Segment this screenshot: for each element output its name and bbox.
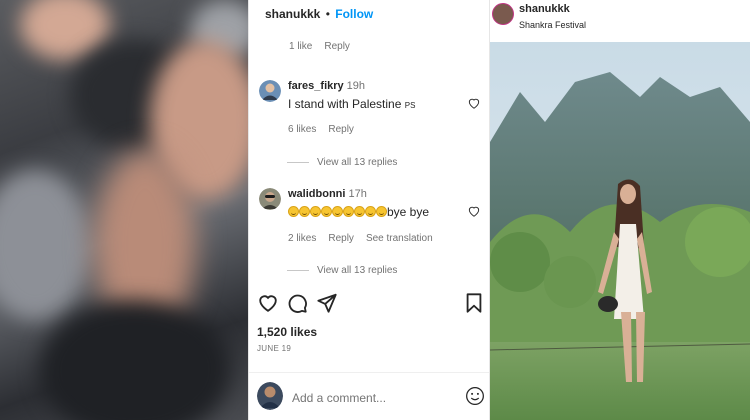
like-count[interactable]: 1 like [289, 41, 312, 52]
comment-body: bye bye [387, 205, 430, 219]
reply-button[interactable]: Reply [328, 233, 354, 244]
tree [490, 232, 550, 292]
avatar [257, 382, 283, 410]
second-post-panel: shanukkk Shankra Festival [490, 0, 750, 420]
grinning-face-emoji [365, 206, 376, 217]
see-translation-button[interactable]: See translation [366, 233, 433, 244]
heart-icon[interactable] [467, 204, 481, 218]
view-replies-label: View all 13 replies [317, 157, 398, 168]
post-username[interactable]: shanukkk [265, 7, 320, 21]
post-header: shanukkk • Follow [265, 7, 373, 21]
post-header: shanukkk Shankra Festival [490, 0, 750, 42]
comment-meta-row: 1 like Reply [289, 41, 362, 52]
post-photo [490, 42, 750, 420]
tree [544, 256, 596, 308]
comment: walidbonni 17h bye bye [259, 188, 484, 228]
grinning-face-emoji [310, 206, 321, 217]
comment-username[interactable]: fares_fikry [288, 80, 344, 92]
comment-username[interactable]: walidbonni [288, 188, 345, 200]
divider-line [287, 161, 309, 163]
likes-count[interactable]: 1,520 likes [257, 325, 317, 339]
comment-body: I stand with Palestine [288, 97, 402, 111]
comment: fares_fikry 19h I stand with Palestine PS [259, 80, 484, 120]
comment-time: 19h [346, 80, 366, 92]
divider [249, 372, 489, 373]
bookmark-icon[interactable] [463, 292, 485, 314]
comment-header: fares_fikry 19h [288, 80, 365, 92]
emoji-picker-icon[interactable] [465, 386, 485, 406]
blur-shape [0, 170, 90, 320]
grinning-face-emoji [299, 206, 310, 217]
post-username[interactable]: shanukkk [519, 3, 570, 15]
divider-line [287, 269, 309, 271]
avatar[interactable] [492, 3, 514, 25]
comment-text: I stand with Palestine PS [288, 97, 415, 111]
instagram-post-panel: shanukkk • Follow 1 like Reply fares_fikr… [248, 0, 490, 420]
comment-time: 17h [348, 188, 367, 200]
like-count[interactable]: 6 likes [288, 124, 316, 135]
like-count[interactable]: 2 likes [288, 233, 316, 244]
comment-meta-row: 6 likes Reply [288, 124, 366, 135]
grinning-face-emoji [343, 206, 354, 217]
follow-button[interactable]: Follow [335, 7, 373, 21]
heart-icon[interactable] [257, 292, 279, 314]
emoji-row [288, 205, 387, 219]
meadow [490, 342, 750, 420]
grinning-face-emoji [376, 206, 387, 217]
blur-shape [40, 300, 230, 420]
comment-header: walidbonni 17h [288, 188, 367, 200]
avatar[interactable] [259, 80, 281, 102]
comment-text: bye bye [288, 205, 429, 219]
reply-button[interactable]: Reply [324, 41, 350, 52]
add-comment-bar [257, 382, 489, 414]
grinning-face-emoji [332, 206, 343, 217]
header-separator: • [325, 7, 330, 21]
share-icon[interactable] [316, 292, 338, 314]
comment-icon[interactable] [286, 292, 308, 314]
grinning-face-emoji [288, 206, 299, 217]
comment-input[interactable] [292, 391, 442, 405]
action-bar [257, 292, 485, 316]
flag-icon: PS [404, 101, 416, 110]
post-date: JUNE 19 [257, 344, 292, 353]
grinning-face-emoji [321, 206, 332, 217]
view-replies-label: View all 13 replies [317, 265, 398, 276]
blurred-photo-panel [0, 0, 248, 420]
grinning-face-emoji [354, 206, 365, 217]
avatar[interactable] [259, 188, 281, 210]
post-location[interactable]: Shankra Festival [519, 20, 586, 30]
view-replies-link[interactable]: View all 13 replies [287, 265, 397, 276]
heart-icon[interactable] [467, 96, 481, 110]
comment-meta-row: 2 likes Reply See translation [288, 233, 445, 244]
reply-button[interactable]: Reply [328, 124, 354, 135]
view-replies-link[interactable]: View all 13 replies [287, 157, 397, 168]
